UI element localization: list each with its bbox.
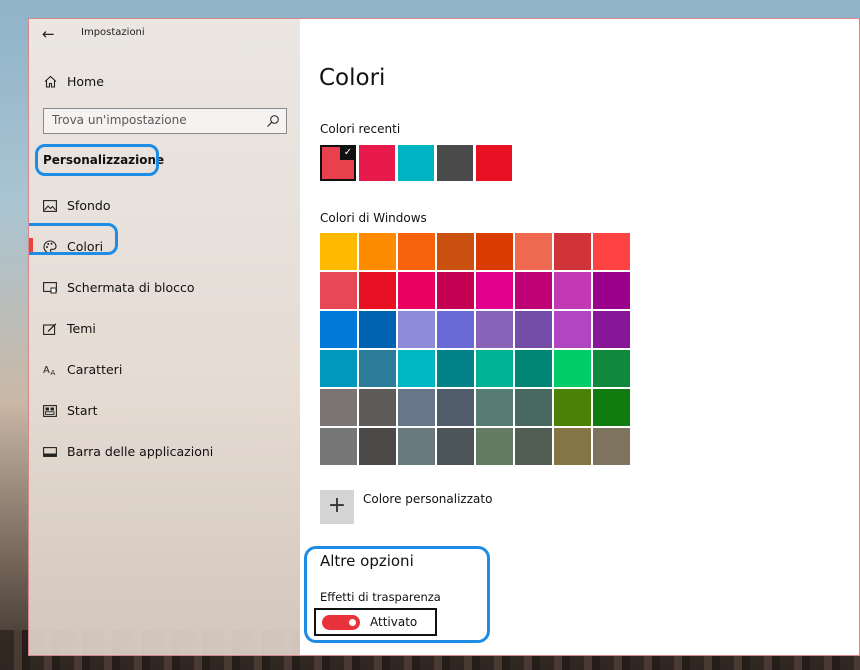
windows-color-swatch[interactable] <box>515 311 552 348</box>
windows-colors-label: Colori di Windows <box>320 211 427 225</box>
themes-icon <box>41 322 59 335</box>
windows-color-swatch[interactable] <box>515 350 552 387</box>
windows-color-swatch[interactable] <box>320 233 357 270</box>
windows-color-swatch[interactable] <box>515 389 552 426</box>
recent-color-swatch[interactable] <box>437 145 473 181</box>
windows-color-swatch[interactable] <box>359 311 396 348</box>
checkmark-icon: ✓ <box>340 145 356 160</box>
sidebar-item-label: Caratteri <box>67 362 123 377</box>
windows-color-swatch[interactable] <box>593 233 630 270</box>
windows-color-swatch[interactable] <box>554 311 591 348</box>
search-input[interactable] <box>44 109 257 131</box>
sidebar-item-label: Sfondo <box>67 198 111 213</box>
windows-color-swatch[interactable] <box>437 350 474 387</box>
windows-color-swatch[interactable] <box>359 350 396 387</box>
windows-color-swatch[interactable] <box>437 389 474 426</box>
windows-color-swatch[interactable] <box>437 428 474 465</box>
windows-color-swatch[interactable] <box>476 311 513 348</box>
windows-color-swatch[interactable] <box>554 428 591 465</box>
windows-color-swatch[interactable] <box>359 272 396 309</box>
sidebar-item-barra-delle-applicazioni[interactable]: Barra delle applicazioni <box>29 431 300 472</box>
windows-color-swatch[interactable] <box>476 272 513 309</box>
windows-color-swatch[interactable] <box>554 389 591 426</box>
main-content: Colori Colori recenti ✓ Colori di Window… <box>300 19 859 655</box>
windows-color-swatch[interactable] <box>554 350 591 387</box>
app-title: Impostazioni <box>81 27 145 38</box>
windows-color-swatch[interactable] <box>593 272 630 309</box>
recent-color-swatch[interactable] <box>359 145 395 181</box>
recent-colors-label: Colori recenti <box>320 122 401 136</box>
windows-color-swatch[interactable] <box>320 389 357 426</box>
search-box[interactable] <box>43 108 287 134</box>
sidebar-item-schermata-di-blocco[interactable]: Schermata di blocco <box>29 267 300 308</box>
page-title: Colori <box>319 65 386 91</box>
sidebar-item-sfondo[interactable]: Sfondo <box>29 185 300 226</box>
windows-color-swatch[interactable] <box>554 233 591 270</box>
windows-color-swatch[interactable] <box>359 389 396 426</box>
windows-color-swatch[interactable] <box>476 389 513 426</box>
windows-color-swatch[interactable] <box>398 311 435 348</box>
colori-highlight-annotation <box>29 223 118 255</box>
windows-color-swatch[interactable] <box>593 389 630 426</box>
sidebar-item-label: Schermata di blocco <box>67 280 195 295</box>
windows-color-swatch[interactable] <box>320 428 357 465</box>
recent-colors: ✓ <box>320 145 515 181</box>
home-label: Home <box>67 73 104 89</box>
windows-color-swatch[interactable] <box>476 428 513 465</box>
windows-color-swatch[interactable] <box>593 350 630 387</box>
section-highlight-annotation <box>35 144 159 176</box>
custom-color-button[interactable]: + Colore personalizzato <box>320 490 492 524</box>
back-arrow-icon[interactable]: ← <box>42 25 55 43</box>
windows-color-swatch[interactable] <box>320 350 357 387</box>
recent-color-swatch[interactable]: ✓ <box>320 145 356 181</box>
windows-color-swatch[interactable] <box>359 428 396 465</box>
windows-color-swatch[interactable] <box>320 311 357 348</box>
windows-color-swatch[interactable] <box>437 233 474 270</box>
windows-color-swatch[interactable] <box>398 428 435 465</box>
home-icon <box>41 75 59 88</box>
title-bar: ← Impostazioni <box>29 19 300 51</box>
windows-color-swatch[interactable] <box>398 233 435 270</box>
windows-color-swatch[interactable] <box>476 233 513 270</box>
fonts-icon: AA <box>41 364 59 376</box>
start-icon <box>41 404 59 417</box>
taskbar-icon <box>41 446 59 458</box>
sidebar-item-label: Temi <box>67 321 96 336</box>
svg-text:A: A <box>51 369 56 376</box>
windows-color-swatch[interactable] <box>554 272 591 309</box>
sidebar-item-caratteri[interactable]: AA Caratteri <box>29 349 300 390</box>
lock-screen-icon <box>41 281 59 294</box>
windows-color-swatch[interactable] <box>437 272 474 309</box>
search-icon[interactable] <box>266 113 280 132</box>
windows-color-swatch[interactable] <box>398 389 435 426</box>
windows-color-swatch[interactable] <box>476 350 513 387</box>
windows-color-swatch[interactable] <box>437 311 474 348</box>
windows-color-swatch[interactable] <box>515 233 552 270</box>
windows-color-swatch[interactable] <box>593 428 630 465</box>
sidebar-item-start[interactable]: Start <box>29 390 300 431</box>
windows-color-swatch[interactable] <box>593 311 630 348</box>
home-nav-item[interactable]: Home <box>41 69 104 93</box>
settings-window: ← Impostazioni Home Personalizzazione Sf… <box>28 18 860 656</box>
windows-color-swatch[interactable] <box>515 272 552 309</box>
windows-color-swatch[interactable] <box>359 233 396 270</box>
plus-icon: + <box>320 490 354 524</box>
sidebar-item-label: Barra delle applicazioni <box>67 444 214 459</box>
sidebar-item-label: Start <box>67 403 98 418</box>
windows-color-swatch[interactable] <box>320 272 357 309</box>
windows-color-swatch[interactable] <box>515 428 552 465</box>
windows-color-swatch[interactable] <box>398 350 435 387</box>
custom-color-label: Colore personalizzato <box>363 492 493 506</box>
svg-text:A: A <box>43 365 50 376</box>
image-icon <box>41 199 59 212</box>
windows-color-swatch[interactable] <box>398 272 435 309</box>
sidebar: ← Impostazioni Home Personalizzazione Sf… <box>29 19 300 655</box>
more-options-highlight-annotation <box>304 546 490 643</box>
recent-color-swatch[interactable] <box>476 145 512 181</box>
sidebar-item-temi[interactable]: Temi <box>29 308 300 349</box>
recent-color-swatch[interactable] <box>398 145 434 181</box>
windows-color-grid <box>320 233 630 465</box>
